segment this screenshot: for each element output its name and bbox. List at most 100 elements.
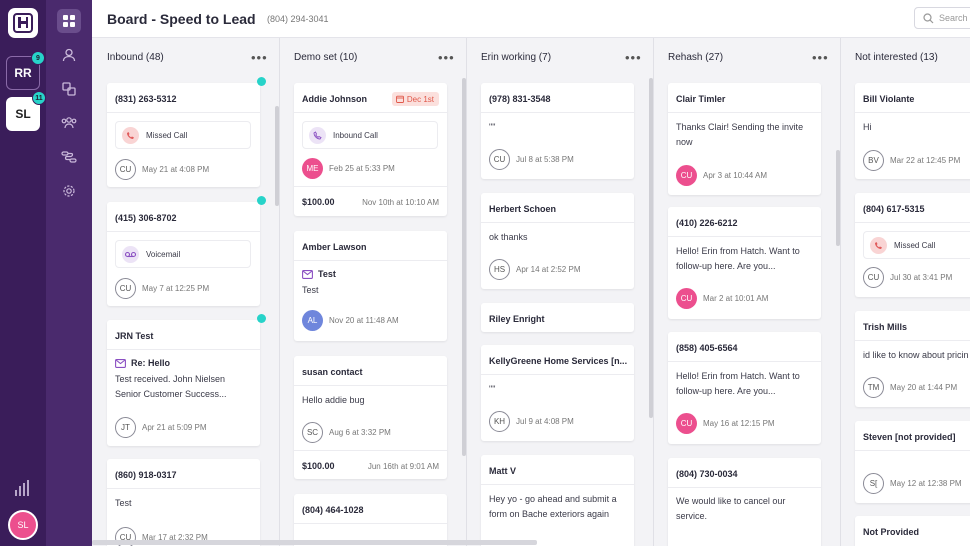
column-more-button[interactable]: ••• — [812, 50, 829, 65]
message-preview: ok thanks — [489, 232, 528, 242]
lead-card[interactable]: susan contact Hello addie bug SC Aug 6 a… — [294, 356, 447, 479]
phone-icon — [309, 126, 326, 144]
timestamp: May 21 at 4:08 PM — [142, 165, 210, 174]
lead-card[interactable]: Clair Timler Thanks Clair! Sending the i… — [668, 83, 821, 195]
column-title: Inbound (48) — [107, 52, 164, 63]
team-nav-button[interactable] — [57, 111, 81, 135]
card-meta: HS Apr 14 at 2:52 PM — [489, 259, 580, 280]
deal-date: Nov 10th at 10:10 AM — [362, 198, 439, 207]
lead-card[interactable]: (804) 617-5315 Missed Call CU Jul 30 at … — [855, 193, 970, 297]
column-divider — [840, 38, 841, 546]
avatar: ME — [302, 158, 323, 179]
card-meta: CU Apr 3 at 10:44 AM — [676, 165, 767, 186]
avatar: CU — [676, 288, 697, 309]
lead-card[interactable]: (804) 730-0034 We would like to cancel o… — [668, 458, 821, 546]
card-divider — [294, 523, 447, 524]
notification-badge: 9 — [31, 51, 45, 65]
search-input[interactable]: Search — [914, 7, 970, 29]
deal-amount: $100.00 — [302, 197, 335, 207]
email-subject: Re: Hello — [115, 358, 170, 368]
column-scrollbar[interactable] — [649, 78, 653, 418]
card-title: (410) 226-6212 — [676, 218, 738, 228]
lead-card[interactable]: Not Provided — [855, 516, 970, 546]
message-preview: Hello! Erin from Hatch. Want to follow-u… — [676, 244, 816, 274]
card-title: Riley Enright — [489, 314, 545, 324]
lead-card[interactable]: JRN Test Re: Hello Test received. John N… — [107, 314, 266, 446]
horizontal-scrollbar[interactable] — [92, 540, 537, 545]
card-divider — [668, 361, 821, 362]
lead-card[interactable]: (860) 918-0317 Test CU Mar 17 at 2:32 PM — [107, 459, 260, 546]
message-preview: Hi — [863, 122, 872, 132]
gear-icon — [63, 185, 75, 197]
lead-card[interactable]: Addie Johnson Dec 1st Inbound Call ME Fe… — [294, 83, 447, 216]
lead-card[interactable]: Matt V Hey yo - go ahead and submit a fo… — [481, 455, 634, 546]
card-title: (804) 730-0034 — [676, 469, 738, 479]
board-nav-button[interactable] — [57, 9, 81, 33]
card-title: (858) 405-6564 — [676, 343, 738, 353]
workspace-rr-button[interactable]: RR 9 — [6, 51, 45, 90]
card-title: (804) 617-5315 — [863, 204, 925, 214]
timestamp: Apr 3 at 10:44 AM — [703, 171, 768, 180]
timestamp: Jul 9 at 4:08 PM — [516, 417, 574, 426]
timestamp: Aug 6 at 3:32 PM — [329, 428, 391, 437]
column-more-button[interactable]: ••• — [251, 50, 268, 65]
chip-label: Inbound Call — [333, 130, 378, 140]
card-title: (978) 831-3548 — [489, 94, 551, 104]
card-divider — [107, 231, 260, 232]
message-preview: We would like to cancel our service. — [676, 494, 816, 524]
automations-nav-button[interactable] — [57, 145, 81, 169]
column-divider — [279, 38, 280, 546]
card-divider — [294, 260, 447, 261]
message-preview: Hey yo - go ahead and submit a form on B… — [489, 492, 629, 522]
lead-card[interactable]: (978) 831-3548 "" CU Jul 8 at 5:38 PM — [481, 83, 634, 179]
card-meta: CU May 7 at 12:25 PM — [115, 278, 209, 299]
analytics-icon[interactable] — [15, 480, 31, 496]
card-meta: CU Jul 30 at 3:41 PM — [863, 267, 952, 288]
deal-amount: $100.00 — [302, 461, 335, 471]
lead-card[interactable]: (804) 464-1028 — [294, 494, 447, 546]
card-meta: TM May 20 at 1:44 PM — [863, 377, 957, 398]
inbox-nav-button[interactable] — [57, 77, 81, 101]
timestamp: Apr 14 at 2:52 PM — [516, 265, 581, 274]
lead-card[interactable]: (410) 226-6212 Hello! Erin from Hatch. W… — [668, 207, 821, 319]
lead-card[interactable]: Steven [not provided] S[ May 12 at 12:38… — [855, 421, 970, 503]
message-preview: Thanks Clair! Sending the invite now — [676, 120, 816, 150]
message-preview: "" — [489, 122, 496, 132]
column-inbound: Inbound (48) ••• (831) 263-5312 Missed C… — [107, 38, 294, 546]
card-title: (860) 918-0317 — [115, 470, 177, 480]
card-meta: ME Feb 25 at 5:33 PM — [302, 158, 395, 179]
lead-card[interactable]: Bill Violante Hi BV Mar 22 at 12:45 PM — [855, 83, 970, 179]
contacts-nav-button[interactable] — [57, 43, 81, 67]
lead-card[interactable]: Amber Lawson Test Test AL Nov 20 at 11:4… — [294, 231, 447, 341]
user-avatar[interactable]: SL — [8, 510, 38, 540]
lead-card[interactable]: Trish Mills id like to know about pricin… — [855, 311, 970, 407]
card-divider — [294, 186, 447, 187]
card-title: KellyGreene Home Services [n... — [489, 356, 628, 366]
subject-text: Test — [318, 269, 336, 279]
message-preview: Test — [115, 498, 132, 508]
column-scrollbar[interactable] — [462, 78, 466, 456]
message-line: Hello! Erin from Hatch. Want to — [676, 371, 800, 381]
timestamp: Mar 22 at 12:45 PM — [890, 156, 961, 165]
hatch-logo[interactable] — [8, 8, 38, 38]
card-title: Matt V — [489, 466, 516, 476]
lead-card[interactable]: (831) 263-5312 Missed Call CU May 21 at … — [107, 77, 266, 187]
card-title: (831) 263-5312 — [115, 94, 177, 104]
missed-call-icon — [122, 126, 139, 144]
timestamp: Mar 2 at 10:01 AM — [703, 294, 769, 303]
chip-label: Missed Call — [894, 240, 936, 250]
lead-card[interactable]: (858) 405-6564 Hello! Erin from Hatch. W… — [668, 332, 821, 444]
lead-card[interactable]: Herbert Schoen ok thanks HS Apr 14 at 2:… — [481, 193, 634, 289]
column-more-button[interactable]: ••• — [625, 50, 642, 65]
timestamp: May 16 at 12:15 PM — [703, 419, 775, 428]
lead-card[interactable]: (415) 306-8702 Voicemail CU May 7 at 12:… — [107, 196, 266, 306]
column-more-button[interactable]: ••• — [438, 50, 455, 65]
settings-nav-button[interactable] — [57, 179, 81, 203]
card-divider — [481, 222, 634, 223]
workspace-sl-button[interactable]: SL 11 — [6, 91, 46, 131]
lead-card[interactable]: Riley Enright — [481, 303, 634, 332]
due-date-label: Dec 1st — [406, 94, 434, 104]
card-divider — [481, 374, 634, 375]
lead-card[interactable]: KellyGreene Home Services [n... "" KH Ju… — [481, 345, 634, 441]
subject-text: Re: Hello — [131, 358, 171, 368]
